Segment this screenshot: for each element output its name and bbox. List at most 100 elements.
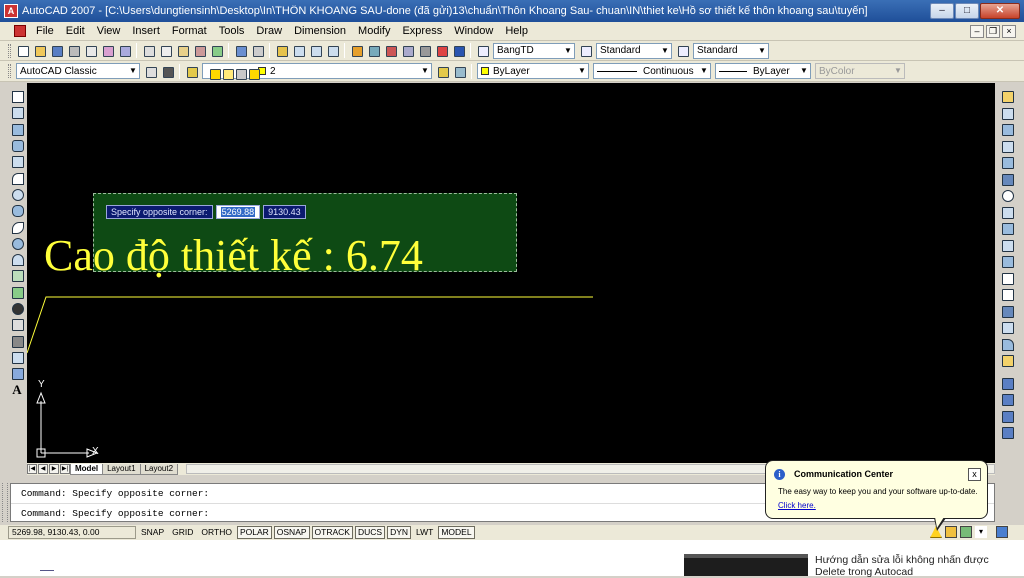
doc-minimize-button[interactable]: –	[970, 24, 984, 38]
sheet-set-icon[interactable]	[400, 43, 415, 58]
menu-dimension[interactable]: Dimension	[288, 22, 352, 41]
grid-toggle[interactable]: GRID	[169, 526, 196, 539]
text-style-icon[interactable]	[578, 43, 593, 58]
trim-icon[interactable]	[1000, 238, 1014, 252]
chevron-down-icon[interactable]: ▼	[756, 44, 768, 58]
last-tab-button[interactable]: ▶|	[60, 464, 70, 474]
drawing-canvas[interactable]: Cao độ thiết kế : 6.74 Specify opposite …	[27, 83, 995, 463]
dimension-style-icon[interactable]	[475, 43, 490, 58]
balloon-link[interactable]: Click here.	[778, 501, 816, 510]
rectangle-icon[interactable]	[10, 154, 24, 169]
tab-model[interactable]: Model	[70, 463, 104, 475]
menu-help[interactable]: Help	[499, 22, 534, 41]
toolbar-lock-icon[interactable]	[945, 526, 957, 538]
menu-insert[interactable]: Insert	[126, 22, 166, 41]
stretch-icon[interactable]	[1000, 221, 1014, 235]
break-icon[interactable]	[1000, 287, 1014, 301]
plot-preview-icon[interactable]	[83, 43, 98, 58]
new-icon[interactable]	[15, 43, 30, 58]
lwt-toggle[interactable]: LWT	[413, 526, 436, 539]
design-center-icon[interactable]	[366, 43, 381, 58]
layer-previous-icon[interactable]	[452, 64, 467, 79]
ducs-toggle[interactable]: DUCS	[354, 526, 386, 539]
block-editor-icon[interactable]	[209, 43, 224, 58]
cad-standards-icon[interactable]	[960, 526, 972, 538]
menu-modify[interactable]: Modify	[352, 22, 396, 41]
ortho-toggle[interactable]: ORTHO	[198, 526, 235, 539]
ellipse-arc-icon[interactable]	[10, 252, 24, 266]
spline-icon[interactable]	[10, 220, 24, 234]
doc-close-button[interactable]: ×	[1002, 24, 1016, 38]
chevron-down-icon[interactable]: ▼	[127, 64, 139, 78]
model-toggle[interactable]: MODEL	[438, 526, 475, 539]
dynamic-input-x-field[interactable]: 5269.88	[215, 205, 261, 219]
dimension-style-select[interactable]: BangTD ▼	[493, 42, 575, 59]
article-caption[interactable]: Hướng dẫn sửa lỗi không nhấn được Delete…	[815, 554, 1015, 578]
polar-toggle[interactable]: POLAR	[236, 526, 272, 539]
copy-object-icon[interactable]	[1000, 106, 1014, 120]
tab-layout2[interactable]: Layout2	[139, 463, 179, 475]
revision-cloud-icon[interactable]	[10, 203, 24, 217]
open-icon[interactable]	[32, 43, 47, 58]
explode-icon[interactable]	[1000, 353, 1014, 367]
cut-icon[interactable]	[141, 43, 156, 58]
menu-express[interactable]: Express	[396, 22, 448, 41]
gradient-icon[interactable]	[10, 334, 24, 348]
workspace-settings-icon[interactable]	[143, 64, 158, 79]
make-current-layer-icon[interactable]	[435, 64, 450, 79]
snap-toggle[interactable]: SNAP	[138, 526, 167, 539]
color-control-select[interactable]: ByLayer ▼	[477, 63, 589, 79]
extend-icon[interactable]	[1000, 254, 1014, 268]
autocad-app-icon[interactable]: A	[4, 4, 18, 18]
help-icon[interactable]	[451, 43, 466, 58]
dynamic-input-y-field[interactable]: 9130.43	[263, 205, 306, 219]
line-icon[interactable]	[10, 89, 24, 103]
chevron-down-icon[interactable]: ▼	[659, 44, 671, 58]
linetype-control-select[interactable]: Continuous ▼	[593, 63, 711, 79]
zoom-realtime-icon[interactable]	[291, 43, 306, 58]
chevron-down-icon[interactable]: ▼	[798, 64, 810, 78]
clean-screen-icon[interactable]	[996, 526, 1008, 538]
next-tab-button[interactable]: ▶	[49, 464, 59, 474]
scale-icon[interactable]	[1000, 205, 1014, 219]
close-button[interactable]: ✕	[980, 3, 1020, 19]
doc-restore-button[interactable]: ❐	[986, 24, 1000, 38]
otrack-toggle[interactable]: OTRACK	[311, 526, 353, 539]
layer-manager-icon[interactable]	[184, 64, 199, 79]
fillet-icon[interactable]	[1000, 337, 1014, 351]
zoom-window-icon[interactable]	[308, 43, 323, 58]
save-icon[interactable]	[49, 43, 64, 58]
road-alignment-line[interactable]	[27, 296, 593, 354]
layer-on-icon[interactable]	[207, 66, 221, 80]
offset-icon[interactable]	[1000, 139, 1014, 153]
menu-window[interactable]: Window	[448, 22, 499, 41]
rotate-icon[interactable]	[1000, 188, 1014, 202]
erase-icon[interactable]	[1000, 89, 1014, 103]
coordinate-display[interactable]: 5269.98, 9130.43, 0.00	[8, 526, 136, 539]
match-properties-icon[interactable]	[192, 43, 207, 58]
move-icon[interactable]	[1000, 172, 1014, 186]
toolbar-grip[interactable]	[8, 64, 11, 78]
menu-view[interactable]: View	[91, 22, 127, 41]
insert-block-icon[interactable]	[10, 268, 24, 283]
chamfer-icon[interactable]	[1000, 320, 1014, 334]
chevron-down-icon[interactable]: ▼	[562, 44, 574, 58]
ellipse-icon[interactable]	[10, 236, 24, 250]
first-tab-button[interactable]: |◀	[27, 464, 37, 474]
hatch-icon[interactable]	[10, 317, 24, 332]
join-icon[interactable]	[1000, 304, 1014, 318]
break-at-point-icon[interactable]	[1000, 271, 1014, 285]
draw-order-under-icon[interactable]	[1000, 425, 1014, 439]
menu-draw[interactable]: Draw	[250, 22, 288, 41]
chevron-down-icon[interactable]: ▼	[698, 64, 710, 78]
article-thumbnail[interactable]	[684, 554, 808, 576]
document-icon[interactable]	[14, 25, 26, 37]
undo-icon[interactable]	[233, 43, 248, 58]
mirror-icon[interactable]	[1000, 122, 1014, 136]
design-elevation-text[interactable]: Cao độ thiết kế : 6.74	[44, 230, 423, 282]
markup-icon[interactable]	[417, 43, 432, 58]
previous-tab-button[interactable]: ◀	[38, 464, 48, 474]
redo-icon[interactable]	[250, 43, 265, 58]
command-window-grip[interactable]	[2, 483, 8, 522]
layer-select[interactable]: 2 ▼	[202, 63, 432, 80]
